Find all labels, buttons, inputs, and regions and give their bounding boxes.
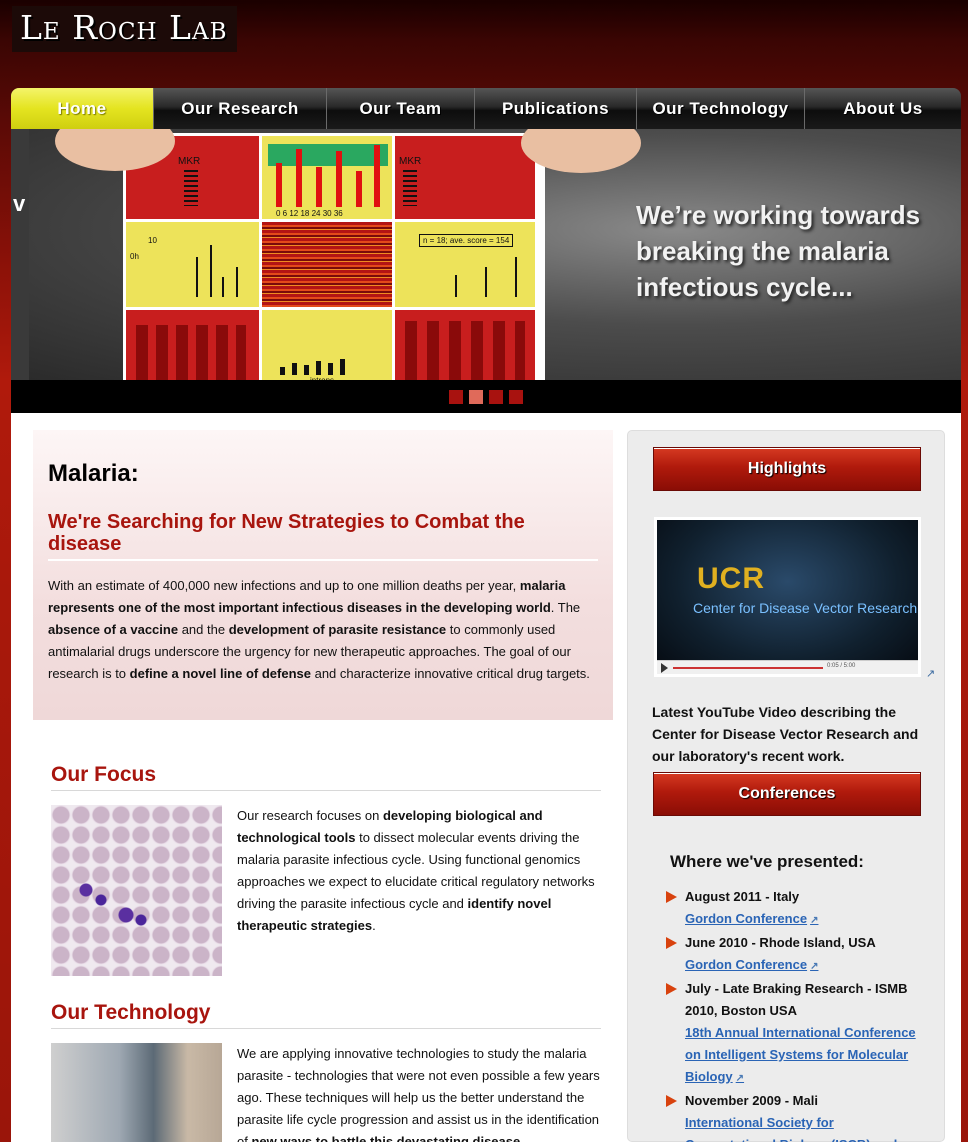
video-caption: Latest YouTube Video describing the Cent… xyxy=(652,704,919,764)
conference-link-text: Gordon Conference xyxy=(685,911,808,926)
technology-paragraph: We are applying innovative technologies … xyxy=(237,1046,600,1142)
nav-item-our-technology[interactable]: Our Technology xyxy=(637,88,805,129)
heatmap-tile xyxy=(262,222,392,307)
sidebar: Highlights UCR Center for Disease Vector… xyxy=(627,430,945,1142)
mkr-label-2: MKR xyxy=(399,156,422,167)
nav-item-our-research[interactable]: Our Research xyxy=(154,88,327,129)
bullet-arrow-icon xyxy=(666,983,677,995)
intro-subtitle: We're Searching for New Strategies to Co… xyxy=(48,511,598,561)
youtube-video-player[interactable]: UCR Center for Disease Vector Research 0… xyxy=(654,517,921,677)
conference-when: June 2010 - Rhode Island, USA xyxy=(685,935,876,950)
conference-link[interactable]: Gordon Conference ↗ xyxy=(685,911,818,926)
slide-dot-2[interactable] xyxy=(469,390,483,404)
peak-plot-tile: 0h 10 xyxy=(126,222,259,307)
conference-link[interactable]: 18th Annual International Conference on … xyxy=(685,1025,916,1084)
conference-item: November 2009 - Mali International Socie… xyxy=(666,1090,924,1142)
gel-tile-2: MKR xyxy=(395,136,535,219)
intron-plot-tile: introns xyxy=(262,310,392,380)
conference-link-text: Gordon Conference xyxy=(685,957,808,972)
blood-smear-image xyxy=(51,805,222,976)
conferences-header: Conferences xyxy=(653,772,921,816)
conference-link[interactable]: Gordon Conference ↗ xyxy=(685,957,818,972)
highlights-header: Highlights xyxy=(653,447,921,491)
focus-paragraph: Our research focuses on developing biolo… xyxy=(237,808,595,933)
oh-label: 0h xyxy=(130,252,139,261)
video-subtitle: Center for Disease Vector Research xyxy=(693,600,918,616)
where-presented-title: Where we've presented: xyxy=(670,852,864,871)
conference-when: July - Late Braking Research - ISMB 2010… xyxy=(685,981,908,1018)
time-axis-label: 0 6 12 18 24 30 36 xyxy=(276,209,343,218)
intro-title: Malaria: xyxy=(48,460,139,487)
bar-graph-tile-2 xyxy=(395,310,535,380)
slider-control-bar xyxy=(11,380,961,413)
external-link-icon: ↗ xyxy=(810,915,819,926)
conference-when: November 2009 - Mali xyxy=(685,1093,818,1108)
nav-item-about-us[interactable]: About Us xyxy=(805,88,961,129)
conference-link[interactable]: International Society for Computational … xyxy=(685,1115,897,1142)
external-link-icon: ↗ xyxy=(735,1073,745,1084)
conference-item: July - Late Braking Research - ISMB 2010… xyxy=(666,978,924,1090)
bullet-arrow-icon xyxy=(666,891,677,903)
hero-banner: v MKR 0 6 12 18 24 30 36 MKR 0h 10 n = 1… xyxy=(11,129,961,380)
ucr-logo-text: UCR xyxy=(697,562,765,595)
video-controls: 0:05 / 5:00 xyxy=(657,660,918,674)
main-nav: Home Our Research Our Team Publications … xyxy=(11,88,961,129)
video-time: 0:05 / 5:00 xyxy=(827,663,856,669)
bar-graph-tile xyxy=(126,310,259,380)
score-plot-tile: n = 18; ave. score = 154 xyxy=(395,222,535,307)
play-icon[interactable] xyxy=(661,663,668,673)
conference-item: June 2010 - Rhode Island, USA Gordon Con… xyxy=(666,932,924,978)
conference-link-text: International Society for Computational … xyxy=(685,1115,897,1142)
conference-when: August 2011 - Italy xyxy=(685,889,800,904)
nav-item-home[interactable]: Home xyxy=(11,88,154,129)
focus-title: Our Focus xyxy=(51,763,601,791)
nav-item-our-team[interactable]: Our Team xyxy=(327,88,475,129)
time-course-tile: 0 6 12 18 24 30 36 xyxy=(262,136,392,219)
intro-panel: Malaria: We're Searching for New Strateg… xyxy=(33,430,613,720)
mkr-label: MKR xyxy=(178,156,201,167)
slide-dots xyxy=(449,390,523,404)
site-logo[interactable]: Le Roch Lab xyxy=(12,6,238,52)
bullet-arrow-icon xyxy=(666,937,677,949)
edge-glyph: v xyxy=(13,191,26,216)
previous-slide-edge: v xyxy=(11,129,29,380)
slide-dot-1[interactable] xyxy=(449,390,463,404)
focus-section: Our Focus Our research focuses on develo… xyxy=(51,763,601,976)
main-content: Malaria: We're Searching for New Strateg… xyxy=(11,413,961,1142)
ten-label: 10 xyxy=(148,236,157,245)
banner-headline: We’re working towards breaking the malar… xyxy=(636,200,921,302)
technology-title: Our Technology xyxy=(51,1001,601,1029)
slide-dot-4[interactable] xyxy=(509,390,523,404)
nav-item-publications[interactable]: Publications xyxy=(475,88,637,129)
lab-instrument-image xyxy=(51,1043,222,1142)
intro-paragraph: With an estimate of 400,000 new infectio… xyxy=(48,578,590,681)
conference-list: August 2011 - Italy Gordon Conference ↗ J… xyxy=(666,886,924,1142)
external-link-icon[interactable]: ↗ xyxy=(926,667,935,680)
technology-section: Our Technology We are applying innovativ… xyxy=(51,1001,601,1142)
hero-image-data-sheet: MKR 0 6 12 18 24 30 36 MKR 0h 10 n = 18;… xyxy=(123,133,545,380)
conference-item: August 2011 - Italy Gordon Conference ↗ xyxy=(666,886,924,932)
conference-link-text: 18th Annual International Conference on … xyxy=(685,1025,916,1084)
bullet-arrow-icon xyxy=(666,1095,677,1107)
progress-track[interactable] xyxy=(673,667,823,669)
score-label: n = 18; ave. score = 154 xyxy=(419,234,514,247)
external-link-icon: ↗ xyxy=(810,961,819,972)
slide-dot-3[interactable] xyxy=(489,390,503,404)
